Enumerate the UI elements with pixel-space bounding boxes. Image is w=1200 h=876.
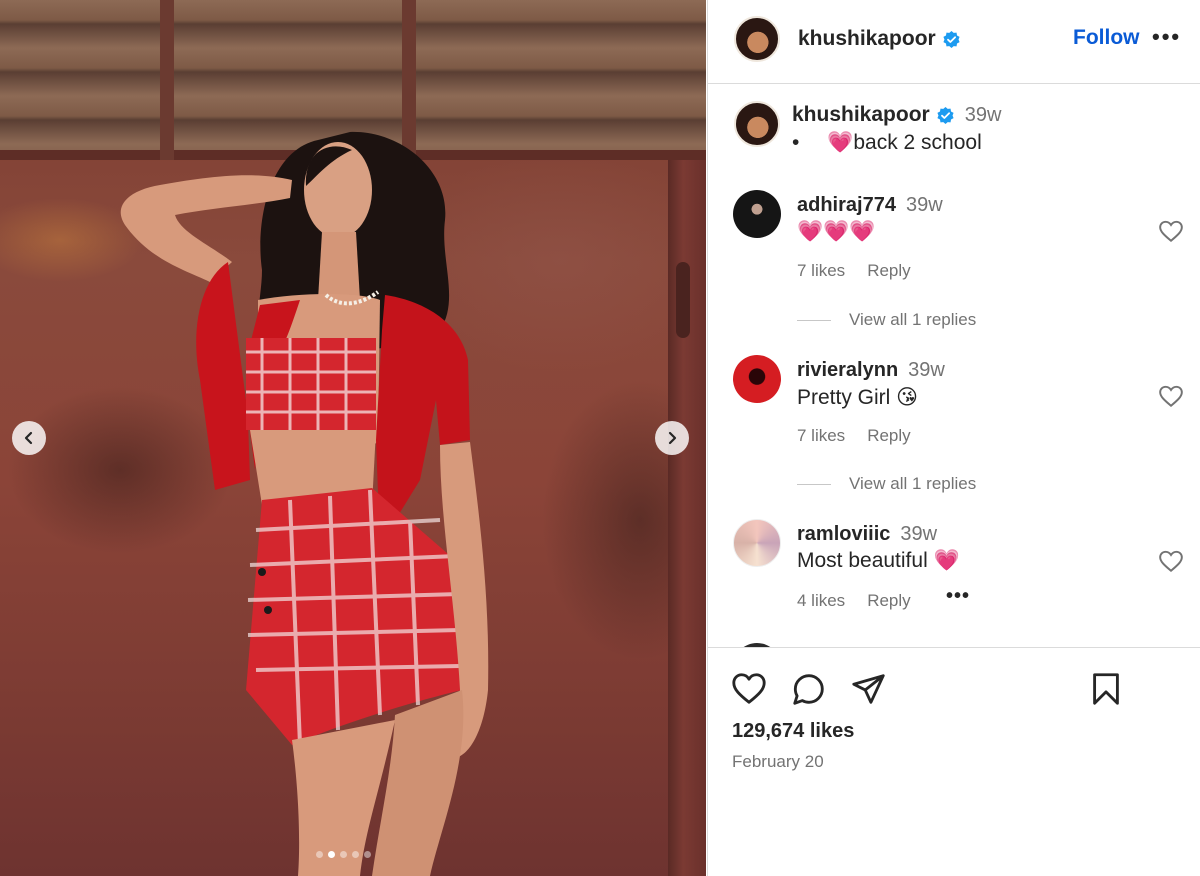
avatar[interactable]: [734, 101, 780, 147]
verified-badge-icon: [937, 106, 954, 124]
post-header: khushikapoor Follow •••: [708, 0, 1200, 84]
avatar[interactable]: [734, 16, 780, 62]
carousel-dot: [352, 851, 359, 858]
comment-like-icon[interactable]: [1158, 219, 1184, 243]
comment-text: Pretty Girl 😘: [797, 386, 919, 409]
post-side-panel: khushikapoor Follow ••• khushikapoor 39w…: [707, 0, 1200, 876]
caption-text-row: • 💗back 2 school: [792, 131, 982, 155]
woman-figure: [120, 131, 489, 876]
replies-divider: [797, 319, 831, 321]
carousel-next-button[interactable]: [655, 421, 689, 455]
author-username[interactable]: khushikapoor: [798, 27, 936, 51]
carousel-dot: [364, 851, 371, 858]
caption-header: khushikapoor 39w: [792, 103, 1001, 127]
post-photo[interactable]: [0, 0, 706, 876]
comment-username[interactable]: rivieralynn: [797, 359, 898, 382]
comments-list[interactable]: khushikapoor 39w • 💗back 2 school adhira…: [708, 85, 1200, 647]
paper-plane-icon[interactable]: [850, 670, 888, 708]
carousel-prev-button[interactable]: [12, 421, 46, 455]
heart-outline-icon[interactable]: [730, 670, 768, 708]
reply-button[interactable]: Reply: [867, 426, 910, 446]
comment-text: 💗💗💗: [797, 220, 876, 243]
reply-button[interactable]: Reply: [867, 261, 910, 281]
comment-time[interactable]: 39w: [900, 523, 937, 546]
comment-meta: 7 likes Reply: [797, 426, 911, 446]
carousel-dot: [340, 851, 347, 858]
avatar[interactable]: [733, 519, 781, 567]
comment-meta: 7 likes Reply: [797, 261, 911, 281]
speech-bubble-icon[interactable]: [790, 670, 828, 708]
caption-text: 💗back 2 school: [827, 131, 982, 154]
comment-likes[interactable]: 7 likes: [797, 261, 845, 281]
comment-like-icon[interactable]: [1158, 384, 1184, 408]
avatar[interactable]: [733, 355, 781, 403]
post-actions-footer: 129,674 likes February 20: [708, 647, 1200, 876]
comment-likes[interactable]: 4 likes: [797, 591, 845, 611]
like-count[interactable]: 129,674 likes: [732, 720, 854, 743]
caption-username[interactable]: khushikapoor: [792, 103, 930, 127]
author-username-row: khushikapoor: [798, 27, 961, 51]
comment-likes[interactable]: 7 likes: [797, 426, 845, 446]
view-replies-button[interactable]: View all 1 replies: [797, 474, 976, 494]
replies-divider: [797, 483, 831, 485]
comment-more-button[interactable]: •••: [946, 585, 970, 608]
comment-time[interactable]: 39w: [908, 359, 945, 382]
carousel-indicator: [316, 851, 371, 858]
view-replies-label: View all 1 replies: [849, 474, 977, 493]
verified-badge-icon: [943, 30, 960, 48]
view-replies-button[interactable]: View all 1 replies: [797, 310, 976, 330]
caption-bullet: •: [792, 131, 800, 154]
comment-header: rivieralynn 39w: [797, 359, 945, 382]
comment-like-icon[interactable]: [1158, 549, 1184, 573]
reply-button[interactable]: Reply: [867, 591, 910, 611]
bookmark-icon[interactable]: [1087, 670, 1125, 708]
avatar[interactable]: [733, 190, 781, 238]
comment-username[interactable]: adhiraj774: [797, 194, 896, 217]
comment-username[interactable]: ramloviiic: [797, 523, 890, 546]
follow-button[interactable]: Follow: [1073, 26, 1140, 50]
comment-meta: 4 likes Reply: [797, 591, 911, 611]
comment-header: adhiraj774 39w: [797, 194, 943, 217]
carousel-dot: [316, 851, 323, 858]
carousel-dot-active: [328, 851, 335, 858]
chevron-right-icon: [668, 431, 677, 445]
caption-time[interactable]: 39w: [965, 104, 1002, 127]
comment-time[interactable]: 39w: [906, 194, 943, 217]
post-date[interactable]: February 20: [732, 752, 824, 772]
chevron-left-icon: [24, 431, 33, 445]
comment-text: Most beautiful 💗: [797, 549, 960, 572]
view-replies-label: View all 1 replies: [849, 310, 977, 329]
more-options-button[interactable]: •••: [1152, 26, 1181, 48]
comment-header: ramloviiic 39w: [797, 523, 937, 546]
